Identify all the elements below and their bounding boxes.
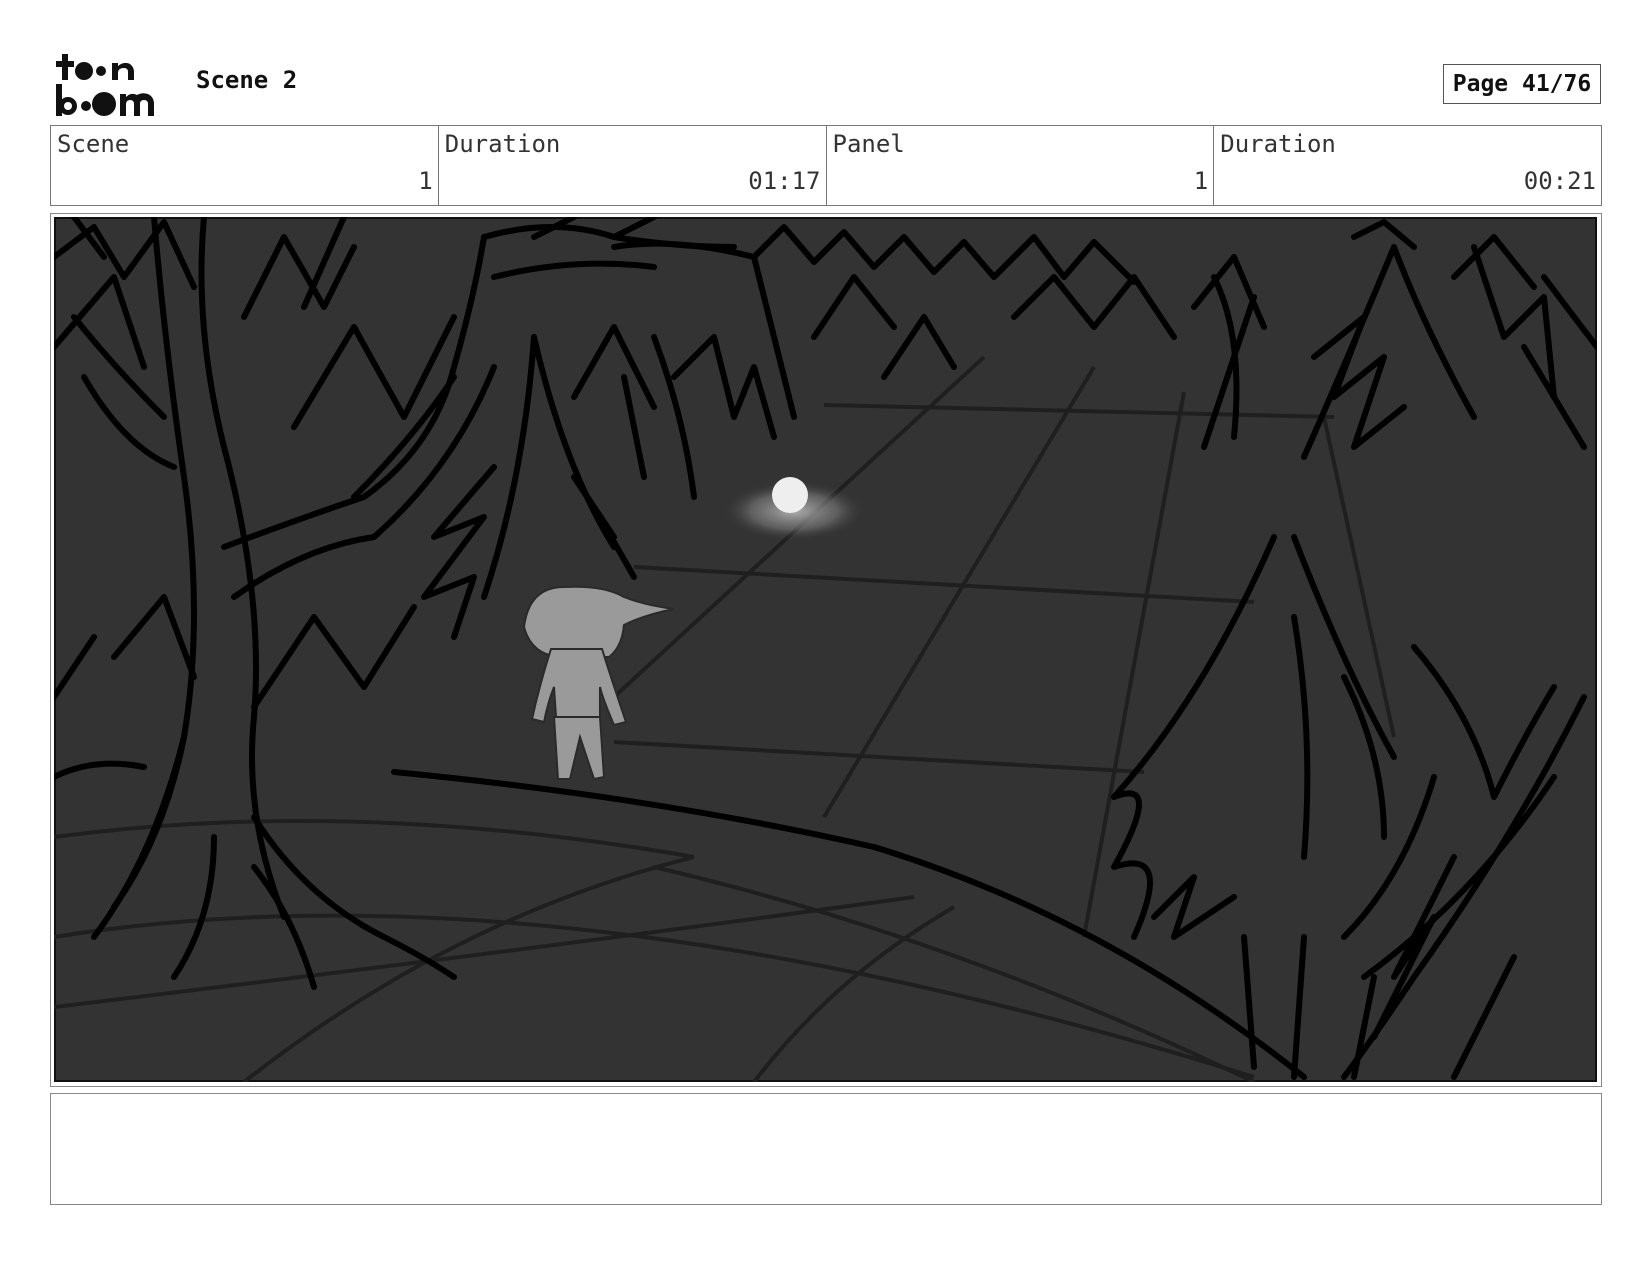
- panel-label: Panel: [832, 130, 905, 158]
- notes-area: [50, 1093, 1602, 1205]
- info-table: Scene 1 Duration 01:17 Panel 1 Duration …: [50, 125, 1602, 206]
- scene-duration-cell: Duration 01:17: [439, 126, 827, 205]
- scene-duration-label: Duration: [444, 130, 561, 158]
- scene-cell: Scene 1: [51, 126, 439, 205]
- scene-label: Scene: [57, 130, 130, 158]
- panel-duration-cell: Duration 00:21: [1214, 126, 1601, 205]
- panel-duration-label: Duration: [1220, 130, 1336, 158]
- panel-drawing: [54, 217, 1597, 1082]
- panel-duration-value: 00:21: [1523, 167, 1596, 195]
- scene-value: 1: [418, 167, 433, 195]
- panel-value: 1: [1193, 167, 1209, 195]
- light-orb: [772, 477, 808, 513]
- panel-cell: Panel 1: [827, 126, 1215, 205]
- scene-duration-value: 01:17: [748, 167, 821, 195]
- scene-title: Scene 2: [196, 66, 298, 94]
- storyboard-panel: [50, 213, 1602, 1087]
- toonboom-logo: [56, 54, 154, 116]
- page-number: Page 41/76: [1443, 64, 1601, 104]
